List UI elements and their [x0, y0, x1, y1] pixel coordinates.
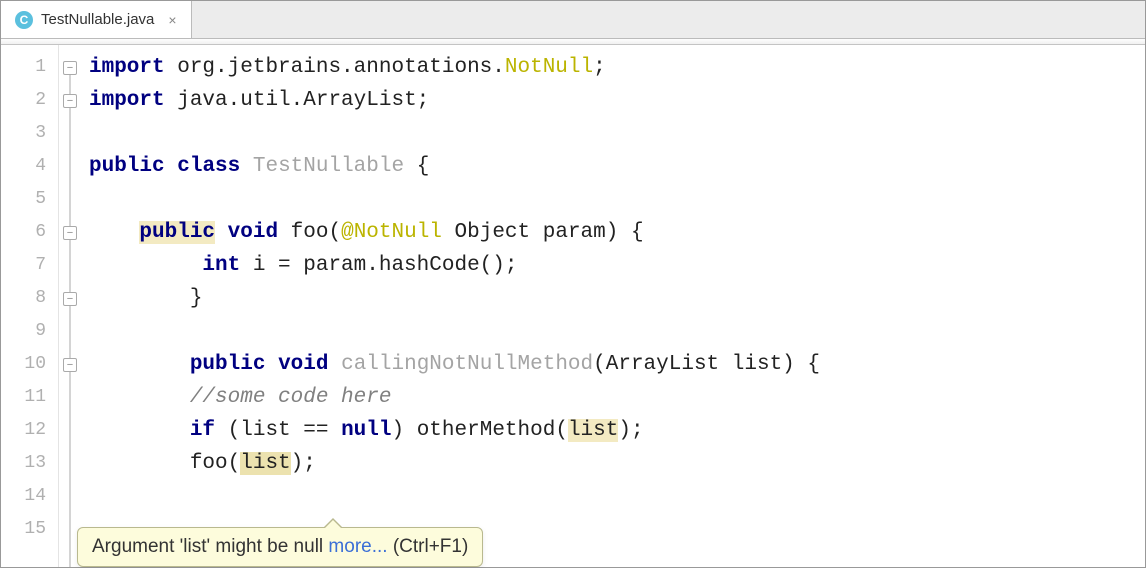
line-number: 15 — [1, 513, 58, 546]
tooltip-message: Argument 'list' might be null — [92, 536, 328, 557]
tooltip-shortcut: (Ctrl+F1) — [388, 536, 469, 557]
fold-toggle-icon[interactable]: − — [63, 94, 77, 108]
editor-area: 1 2 3 4 5 6 7 8 9 10 11 12 13 14 15 − − … — [1, 45, 1145, 567]
line-number: 4 — [1, 150, 58, 183]
editor-tab[interactable]: C TestNullable.java × — [1, 1, 192, 38]
code-line: import org.jetbrains.annotations.NotNull… — [87, 51, 1145, 84]
line-number: 6 — [1, 216, 58, 249]
tab-filename: TestNullable.java — [41, 11, 154, 28]
inspection-tooltip: Argument 'list' might be null more... (C… — [77, 527, 483, 567]
code-line: import java.util.ArrayList; — [87, 84, 1145, 117]
code-line — [87, 183, 1145, 216]
code-line: if (list == null) otherMethod(list); — [87, 414, 1145, 447]
fold-toggle-icon[interactable]: − — [63, 358, 77, 372]
fold-toggle-icon[interactable]: − — [63, 292, 77, 306]
line-number: 11 — [1, 381, 58, 414]
line-number: 2 — [1, 84, 58, 117]
tooltip-more-link[interactable]: more... — [328, 536, 387, 557]
class-file-icon: C — [15, 11, 33, 29]
code-line: //some code here — [87, 381, 1145, 414]
line-number: 12 — [1, 414, 58, 447]
line-number: 7 — [1, 249, 58, 282]
code-line — [87, 117, 1145, 150]
code-area[interactable]: import org.jetbrains.annotations.NotNull… — [87, 45, 1145, 567]
close-icon[interactable]: × — [168, 12, 176, 28]
line-number: 13 — [1, 447, 58, 480]
code-line: public class TestNullable { — [87, 150, 1145, 183]
line-number: 10 — [1, 348, 58, 381]
fold-toggle-icon[interactable]: − — [63, 226, 77, 240]
code-line — [87, 315, 1145, 348]
fold-toggle-icon[interactable]: − — [63, 61, 77, 75]
line-number: 9 — [1, 315, 58, 348]
code-line — [87, 480, 1145, 513]
fold-gutter: − − − − − — [59, 45, 87, 567]
line-number: 8 — [1, 282, 58, 315]
tab-bar: C TestNullable.java × — [1, 1, 1145, 39]
line-number: 3 — [1, 117, 58, 150]
line-number: 14 — [1, 480, 58, 513]
code-line: } — [87, 282, 1145, 315]
line-number: 5 — [1, 183, 58, 216]
code-line: foo(list); — [87, 447, 1145, 480]
code-line: public void foo(@NotNull Object param) { — [87, 216, 1145, 249]
code-line: public void callingNotNullMethod(ArrayLi… — [87, 348, 1145, 381]
line-number: 1 — [1, 51, 58, 84]
line-number-gutter: 1 2 3 4 5 6 7 8 9 10 11 12 13 14 15 — [1, 45, 59, 567]
code-line: int i = param.hashCode(); — [87, 249, 1145, 282]
